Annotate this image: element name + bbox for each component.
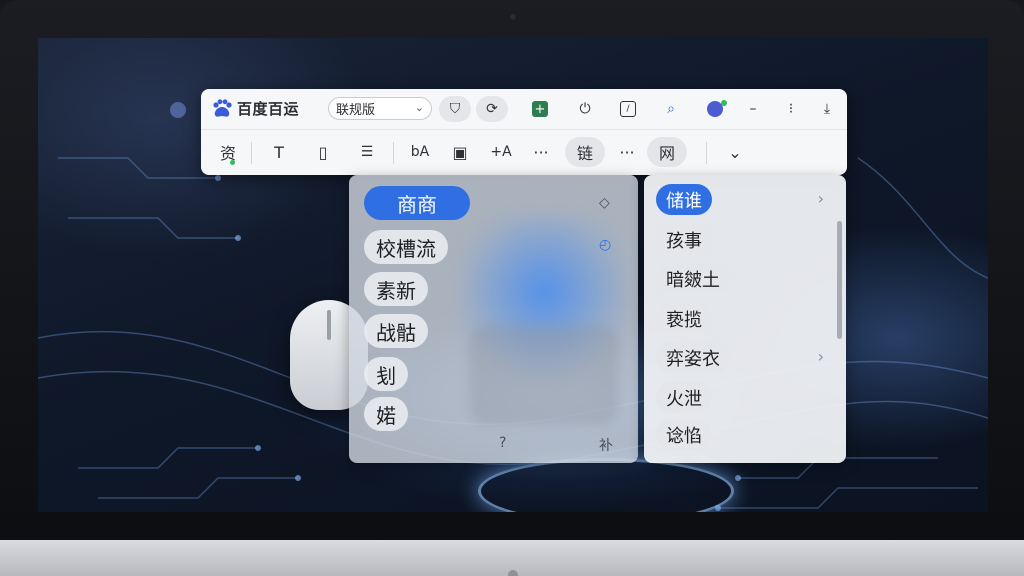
submenu-item-label: 储谁 — [666, 190, 702, 212]
online-status-dot — [721, 100, 727, 106]
clock-icon[interactable]: ◴ — [599, 237, 611, 253]
submenu-item[interactable]: 谂惂 — [656, 419, 712, 450]
more-tools-button[interactable]: ··· — [527, 137, 555, 167]
menu-item-label: 刬 — [376, 363, 396, 388]
chevron-down-icon: ⌄ — [414, 101, 424, 114]
submenu-right: 储谁 › 孩事 暗皴土 亵揽 弈姿衣 › 火泄 谂惂 — [644, 175, 846, 463]
text-tool-button[interactable]: T — [265, 137, 293, 167]
menu-item[interactable]: 素新 — [364, 272, 428, 306]
menu-item-selected[interactable]: 商商 — [364, 186, 470, 220]
image-icon: ▣ — [452, 142, 468, 162]
floating-toolbar: 百度百运 联规版 ⌄ ⛉ ⟳ + ⏻ / ⌕ – ⁝ ⤓ 资 T ▯ ☰ bA … — [201, 89, 847, 175]
refresh-circle-icon: ⟳ — [486, 101, 498, 117]
power-button[interactable]: ⏻ — [571, 96, 599, 122]
frame-tool-icon: ▯ — [318, 142, 328, 162]
frame-tool-button[interactable]: ▯ — [309, 137, 337, 167]
bookmark-button[interactable]: ⛉ — [439, 96, 471, 122]
toolbar-bottom-row: 资 T ▯ ☰ bA ▣ +A ··· 链 ··· 网 ⌄ — [201, 130, 847, 175]
divider — [393, 142, 394, 164]
menu-item-label: 素新 — [376, 278, 416, 303]
app-brand[interactable]: 百度百运 — [211, 98, 299, 119]
submenu-item-label: 亵揽 — [666, 309, 702, 331]
submenu-item-label: 弈姿衣 — [666, 348, 720, 370]
minimize-icon: – — [749, 101, 757, 117]
search-user-icon: ⌕ — [667, 101, 675, 117]
close-icon: ⤓ — [823, 101, 831, 117]
more-tools-button-2[interactable]: ··· — [613, 137, 641, 167]
menu-item[interactable]: 战骷 — [364, 314, 428, 348]
submenu-item[interactable]: 弈姿衣 — [656, 342, 730, 373]
submenu-item-selected[interactable]: 储谁 — [656, 184, 712, 215]
menu-item[interactable]: 刬 — [364, 357, 408, 391]
refresh-button[interactable]: ⟳ — [476, 96, 508, 122]
diamond-icon[interactable]: ◇ — [599, 195, 610, 211]
scrollbar[interactable] — [837, 221, 842, 339]
chevron-right-icon: › — [817, 347, 824, 366]
submenu-item[interactable]: 暗皴土 — [656, 263, 730, 294]
formula-tool-button[interactable]: +A — [485, 137, 517, 167]
add-button[interactable]: + — [526, 96, 554, 122]
clock-square-icon: / — [620, 101, 636, 117]
toolbar-top-row: 百度百运 联规版 ⌄ ⛉ ⟳ + ⏻ / ⌕ – ⁝ ⤓ — [201, 89, 847, 130]
ellipsis-icon: ··· — [619, 142, 635, 162]
divider — [251, 142, 252, 164]
menu-item[interactable]: 婼 — [364, 397, 408, 431]
chevron-right-icon: › — [817, 189, 824, 208]
submenu-item[interactable]: 孩事 — [656, 224, 712, 255]
submenu-item[interactable]: 亵揽 — [656, 303, 712, 334]
web-button[interactable]: 网 — [647, 137, 687, 167]
more-icon: ⁝ — [788, 101, 794, 117]
footer-label[interactable]: 补 — [599, 435, 613, 455]
list-tool-button[interactable]: ☰ — [353, 137, 381, 167]
link-label: 链 — [576, 144, 593, 163]
web-label: 网 — [658, 144, 675, 163]
menu-item-label: 校槽流 — [376, 236, 436, 261]
menu-item-label: 战骷 — [376, 320, 416, 345]
blurred-background-graphic — [469, 325, 619, 425]
font-icon: bA — [410, 144, 430, 160]
menu-item-label: 商商 — [397, 192, 437, 217]
status-dot — [230, 160, 235, 165]
menu-item[interactable]: 校槽流 — [364, 230, 448, 264]
formula-icon: +A — [490, 144, 512, 160]
bookmark-icon: ⛉ — [449, 101, 461, 117]
brand-name: 百度百运 — [237, 100, 300, 118]
timer-button[interactable]: / — [614, 96, 642, 122]
link-button[interactable]: 链 — [565, 137, 605, 167]
image-tool-button[interactable]: ▣ — [445, 137, 475, 167]
webcam — [509, 13, 517, 21]
help-label[interactable]: ? — [499, 435, 506, 451]
version-select[interactable]: 联规版 ⌄ — [328, 97, 432, 120]
submenu-item[interactable]: 火泄 — [656, 382, 712, 413]
minimize-button[interactable]: – — [739, 96, 767, 122]
divider — [706, 142, 707, 164]
ellipsis-icon: ··· — [533, 142, 549, 162]
more-options-button[interactable]: ⁝ — [777, 96, 805, 122]
plus-square-icon: + — [532, 101, 548, 117]
submenu-item-label: 孩事 — [666, 230, 702, 252]
power-icon: ⏻ — [579, 101, 591, 117]
submenu-item-label: 火泄 — [666, 388, 702, 410]
resource-button[interactable]: 资 — [213, 137, 243, 167]
dropdown-menu-left: 商商 校槽流 素新 战骷 刬 婼 ◇ ◴ ? 补 — [349, 175, 638, 463]
avatar-button[interactable] — [701, 96, 729, 122]
search-user-button[interactable]: ⌕ — [657, 96, 685, 122]
expand-button[interactable]: ⌄ — [721, 137, 749, 167]
chevron-down-icon: ⌄ — [728, 142, 742, 162]
submenu-item-label: 暗皴土 — [666, 269, 720, 291]
apple-logo-icon — [508, 570, 518, 576]
close-button[interactable]: ⤓ — [813, 96, 841, 122]
menu-item-label: 婼 — [376, 403, 396, 428]
text-tool-icon: T — [274, 142, 284, 162]
version-select-value: 联规版 — [336, 103, 376, 118]
baidu-paw-icon — [211, 98, 233, 119]
list-icon: ☰ — [360, 144, 374, 160]
submenu-item-label: 谂惂 — [666, 425, 702, 447]
font-tool-button[interactable]: bA — [405, 137, 435, 167]
